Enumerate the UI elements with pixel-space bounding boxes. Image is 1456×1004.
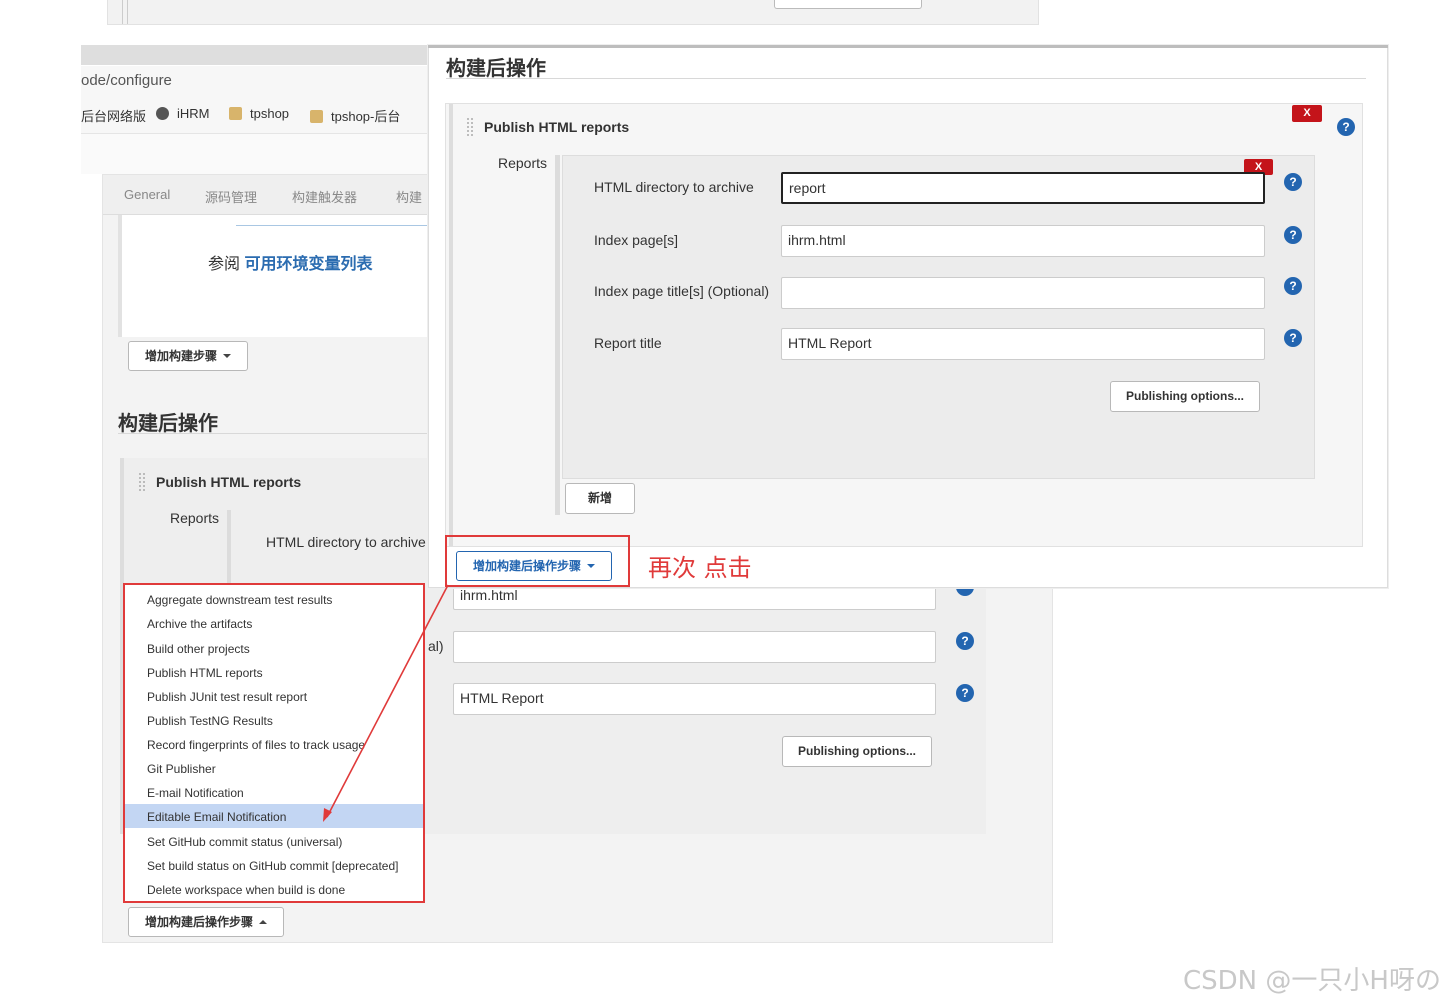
watermark: CSDN @一只小H呀の — [1183, 966, 1441, 996]
arrow-line — [326, 584, 449, 818]
annotation-arrow — [323, 584, 449, 822]
